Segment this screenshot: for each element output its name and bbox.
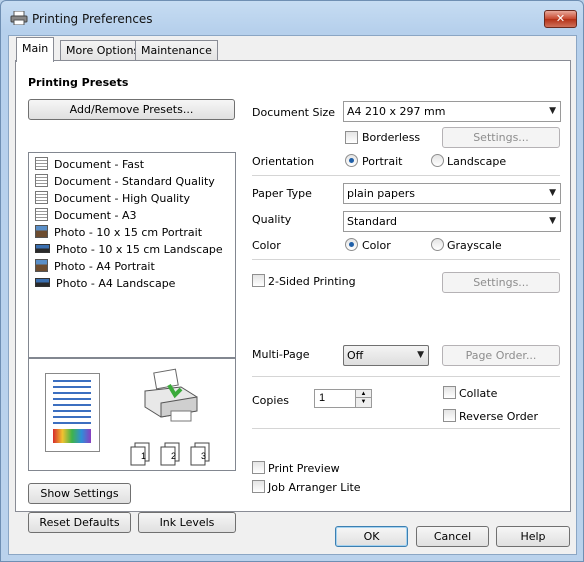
decrement-icon[interactable]: ▼ bbox=[355, 398, 371, 407]
borderless-settings-button[interactable]: Settings... bbox=[442, 127, 560, 148]
orientation-label: Orientation bbox=[252, 155, 315, 168]
two-sided-printing-label: 2-Sided Printing bbox=[268, 275, 356, 288]
printing-preferences-window: Printing Preferences ✕ Main More Options… bbox=[0, 0, 584, 562]
two-sided-printing-checkbox[interactable] bbox=[252, 274, 265, 287]
copies-value: 1 bbox=[319, 392, 326, 404]
page-preview-icon bbox=[45, 373, 100, 452]
document-size-label: Document Size bbox=[252, 106, 336, 119]
list-item[interactable]: Photo - A4 Landscape bbox=[35, 276, 175, 292]
landscape-radio[interactable] bbox=[431, 154, 444, 167]
divider bbox=[252, 259, 560, 260]
show-settings-button[interactable]: Show Settings bbox=[28, 483, 131, 504]
color-option-label: Color bbox=[362, 239, 391, 252]
print-preview-area: 1 2 3 bbox=[28, 358, 236, 471]
presets-list[interactable]: Document - Fast Document - Standard Qual… bbox=[28, 152, 236, 358]
photo-landscape-icon bbox=[35, 278, 50, 287]
job-arranger-lite-label: Job Arranger Lite bbox=[268, 481, 361, 494]
multi-page-label: Multi-Page bbox=[252, 348, 310, 361]
list-item[interactable]: Photo - A4 Portrait bbox=[35, 259, 155, 275]
divider bbox=[252, 428, 560, 429]
grayscale-radio[interactable] bbox=[431, 238, 444, 251]
copies-label: Copies bbox=[252, 394, 289, 407]
chevron-down-icon: ▼ bbox=[549, 216, 556, 226]
copy-number: 1 bbox=[141, 451, 147, 461]
cancel-button[interactable]: Cancel bbox=[416, 526, 489, 547]
main-tab-panel: Printing Presets Add/Remove Presets... D… bbox=[15, 60, 571, 533]
chevron-down-icon: ▼ bbox=[417, 350, 424, 360]
print-preview-label: Print Preview bbox=[268, 462, 340, 475]
list-item[interactable]: Document - Fast bbox=[35, 157, 144, 173]
ok-button[interactable]: OK bbox=[335, 526, 408, 547]
add-remove-presets-button[interactable]: Add/Remove Presets... bbox=[28, 99, 235, 120]
list-item[interactable]: Document - A3 bbox=[35, 208, 136, 224]
reverse-order-checkbox[interactable] bbox=[443, 409, 456, 422]
divider bbox=[252, 175, 560, 176]
color-radio[interactable] bbox=[345, 238, 358, 251]
list-item[interactable]: Photo - 10 x 15 cm Landscape bbox=[35, 242, 223, 258]
portrait-label: Portrait bbox=[362, 155, 403, 168]
tab-main[interactable]: Main bbox=[16, 37, 55, 62]
printer-icon bbox=[144, 368, 198, 422]
dialog-client-area: Main More Options Maintenance Printing P… bbox=[8, 35, 577, 555]
window-title: Printing Preferences bbox=[32, 12, 153, 26]
tab-more-options[interactable]: More Options bbox=[60, 40, 146, 61]
collate-checkbox[interactable] bbox=[443, 386, 456, 399]
tab-maintenance[interactable]: Maintenance bbox=[135, 40, 218, 61]
multi-page-select[interactable]: Off ▼ bbox=[343, 345, 429, 366]
collate-label: Collate bbox=[459, 387, 498, 400]
title-bar[interactable]: Printing Preferences ✕ bbox=[1, 1, 583, 35]
increment-icon[interactable]: ▲ bbox=[355, 390, 371, 398]
document-icon bbox=[35, 191, 48, 204]
reverse-order-label: Reverse Order bbox=[459, 410, 538, 423]
list-item[interactable]: Photo - 10 x 15 cm Portrait bbox=[35, 225, 202, 241]
color-label: Color bbox=[252, 239, 281, 252]
borderless-label: Borderless bbox=[362, 131, 421, 144]
document-size-select[interactable]: A4 210 x 297 mm ▼ bbox=[343, 101, 561, 122]
copy-number: 2 bbox=[171, 451, 177, 461]
ink-levels-button[interactable]: Ink Levels bbox=[138, 512, 236, 533]
close-icon: ✕ bbox=[555, 13, 566, 25]
copy-number: 3 bbox=[201, 451, 207, 461]
quality-select[interactable]: Standard ▼ bbox=[343, 211, 561, 232]
paper-type-select[interactable]: plain papers ▼ bbox=[343, 183, 561, 204]
document-icon bbox=[35, 174, 48, 187]
grayscale-label: Grayscale bbox=[447, 239, 502, 252]
help-button[interactable]: Help bbox=[496, 526, 570, 547]
copies-stepper[interactable]: 1 ▲ ▼ bbox=[314, 389, 372, 408]
job-arranger-lite-checkbox[interactable] bbox=[252, 480, 265, 493]
quality-label: Quality bbox=[252, 213, 292, 226]
print-preview-checkbox[interactable] bbox=[252, 461, 265, 474]
paper-type-label: Paper Type bbox=[252, 187, 312, 200]
divider bbox=[252, 376, 560, 377]
reset-defaults-button[interactable]: Reset Defaults bbox=[28, 512, 131, 533]
printing-presets-heading: Printing Presets bbox=[28, 76, 129, 89]
portrait-radio[interactable] bbox=[345, 154, 358, 167]
copies-preview-icon: 1 2 3 bbox=[125, 439, 233, 467]
page-order-button[interactable]: Page Order... bbox=[442, 345, 560, 366]
document-icon bbox=[35, 208, 48, 221]
landscape-label: Landscape bbox=[447, 155, 507, 168]
close-button[interactable]: ✕ bbox=[544, 10, 577, 28]
printer-icon bbox=[10, 11, 28, 25]
chevron-down-icon: ▼ bbox=[549, 188, 556, 198]
two-sided-settings-button[interactable]: Settings... bbox=[442, 272, 560, 293]
photo-portrait-icon bbox=[35, 259, 48, 272]
document-icon bbox=[35, 157, 48, 170]
borderless-checkbox[interactable] bbox=[345, 131, 358, 144]
photo-landscape-icon bbox=[35, 244, 50, 253]
chevron-down-icon: ▼ bbox=[549, 106, 556, 116]
photo-portrait-icon bbox=[35, 225, 48, 238]
list-item[interactable]: Document - High Quality bbox=[35, 191, 190, 207]
list-item[interactable]: Document - Standard Quality bbox=[35, 174, 215, 190]
